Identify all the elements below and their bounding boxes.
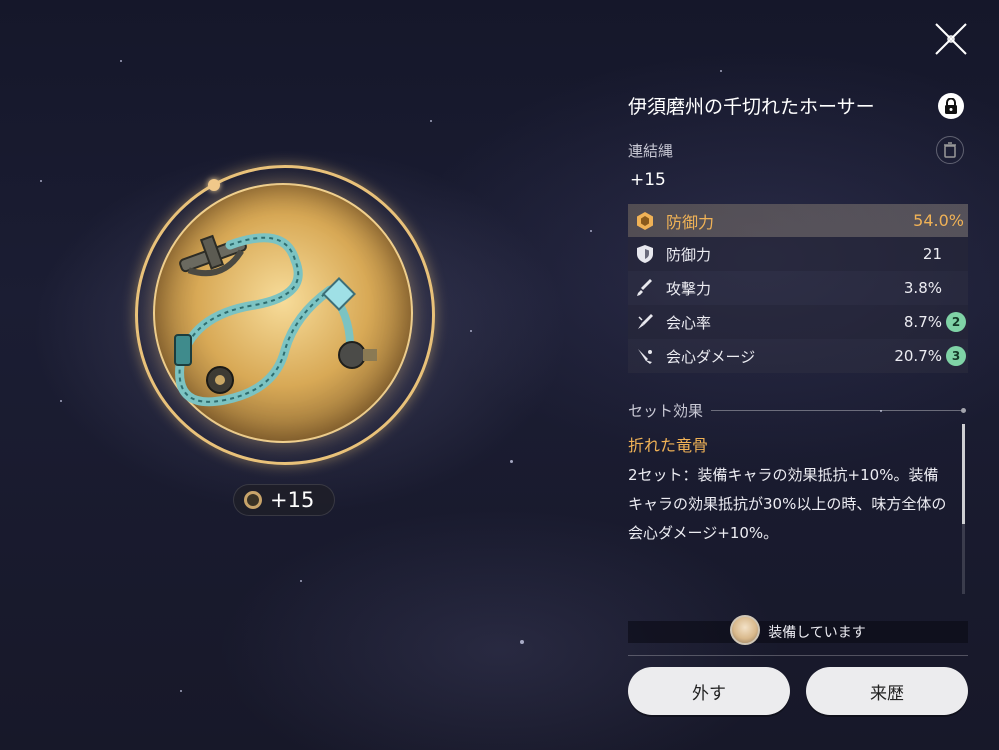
crit-dmg-icon: [634, 345, 656, 367]
set-effect-header-label: セット効果: [628, 402, 704, 420]
sub-stat-value: 8.7%: [903, 313, 942, 331]
equipped-status: 装備しています: [628, 615, 968, 645]
avatar: [730, 615, 761, 645]
sub-stat-name: 会心率: [666, 313, 712, 332]
main-stat-row: 防御力 54.0%: [628, 204, 968, 237]
discard-button[interactable]: [936, 136, 964, 164]
history-button[interactable]: 来歴: [806, 667, 968, 715]
stats-list: 防御力 54.0% 防御力 21 攻撃力 3.8% 会心率 8.7% 2 会心ダ…: [628, 204, 968, 373]
set-name: 折れた竜骨: [628, 436, 709, 455]
relic-display: [135, 165, 435, 465]
relic-level-badge-text: +15: [270, 488, 315, 512]
roll-count-badge: 3: [946, 346, 966, 366]
set-description-scrollbar[interactable]: [962, 424, 965, 594]
set-effect-divider: [711, 410, 961, 411]
main-stat-value: 54.0%: [913, 211, 964, 230]
sub-stat-row: 会心ダメージ 20.7% 3: [628, 339, 968, 373]
roll-count-badge: 2: [946, 312, 966, 332]
relic-level-badge: +15: [233, 484, 335, 516]
sub-stat-row: 防御力 21: [628, 237, 968, 271]
sub-stat-value: 20.7%: [894, 347, 942, 365]
divider: [628, 655, 968, 656]
equipped-text: 装備しています: [768, 625, 866, 641]
sword-icon: [634, 277, 656, 299]
relic-title-row: 伊須磨州の千切れたホーサー: [628, 88, 968, 122]
trash-icon: [944, 142, 956, 158]
sub-stat-name: 会心ダメージ: [666, 347, 756, 366]
sub-stat-row: 会心率 8.7% 2: [628, 305, 968, 339]
sub-stat-name: 攻撃力: [666, 279, 712, 298]
sub-stat-name: 防御力: [666, 245, 712, 264]
relic-type: 連結縄: [628, 142, 674, 160]
set-effect-header: セット効果: [628, 400, 968, 421]
sub-stat-row: 攻撃力 3.8%: [628, 271, 968, 305]
relic-name: 伊須磨州の千切れたホーサー: [628, 95, 875, 118]
relic-image: [174, 233, 377, 407]
lock-button[interactable]: [938, 93, 964, 119]
set-effect-divider-dot: [961, 408, 966, 413]
defense-hex-icon: [634, 210, 656, 232]
lock-icon: [945, 98, 957, 114]
level-ring-icon: [244, 491, 262, 509]
relic-level: +15: [630, 170, 666, 190]
sub-stat-value: 21: [922, 245, 942, 263]
crit-rate-icon: [634, 311, 656, 333]
shield-icon: [634, 243, 656, 265]
scrollbar-thumb[interactable]: [962, 424, 965, 524]
unequip-button[interactable]: 外す: [628, 667, 790, 715]
set-description: 2セット：装備キャラの効果抵抗+10%。装備キャラの効果抵抗が30%以上の時、味…: [628, 466, 947, 542]
sub-stat-value: 3.8%: [903, 279, 942, 297]
main-stat-name: 防御力: [666, 212, 715, 232]
relic-detail-panel: 伊須磨州の千切れたホーサー 連結縄 +15 防御力 54.0% 防御力 21 攻…: [628, 0, 968, 750]
